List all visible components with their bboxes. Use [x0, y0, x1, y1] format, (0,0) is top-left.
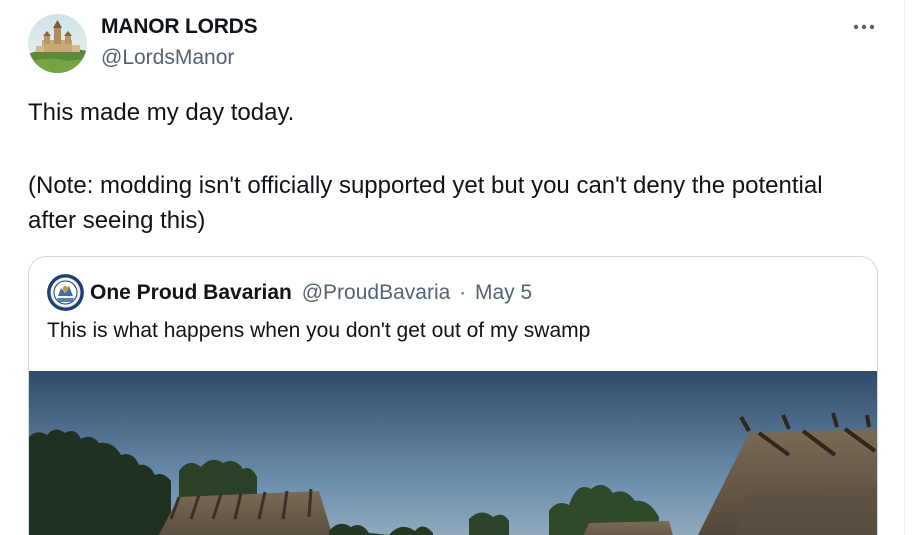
- tweet-text-line1: This made my day today.: [28, 99, 295, 126]
- medieval-village-image: [29, 371, 877, 535]
- quoted-author-display-name[interactable]: One Proud Bavarian: [90, 281, 292, 304]
- quoted-tweet-header: One Proud Bavarian @ProudBavaria · May 5: [90, 281, 532, 305]
- castle-town-avatar-icon: [28, 14, 87, 73]
- author-handle[interactable]: @LordsManor: [101, 46, 234, 70]
- bavarian-seal-avatar-icon: [47, 274, 84, 311]
- quoted-tweet-date[interactable]: May 5: [475, 281, 532, 304]
- quoted-tweet-media[interactable]: [29, 371, 877, 535]
- author-avatar[interactable]: [28, 14, 87, 73]
- column-divider: [904, 0, 905, 535]
- quoted-tweet-text: This is what happens when you don't get …: [47, 319, 591, 342]
- quoted-tweet-card[interactable]: One Proud Bavarian @ProudBavaria · May 5…: [28, 256, 878, 535]
- header-separator: ·: [459, 281, 467, 304]
- quoted-author-handle[interactable]: @ProudBavaria: [302, 281, 451, 304]
- more-options-button[interactable]: [847, 10, 881, 44]
- quoted-author-avatar[interactable]: [47, 274, 84, 311]
- tweet-text-line2: (Note: modding isn't officially supporte…: [28, 172, 823, 234]
- tweet-text: This made my day today. (Note: modding i…: [28, 95, 868, 238]
- tweet-page: MANOR LORDS @LordsManor This made my day…: [0, 0, 912, 535]
- author-display-name[interactable]: MANOR LORDS: [101, 15, 258, 39]
- ellipsis-icon: [853, 24, 875, 30]
